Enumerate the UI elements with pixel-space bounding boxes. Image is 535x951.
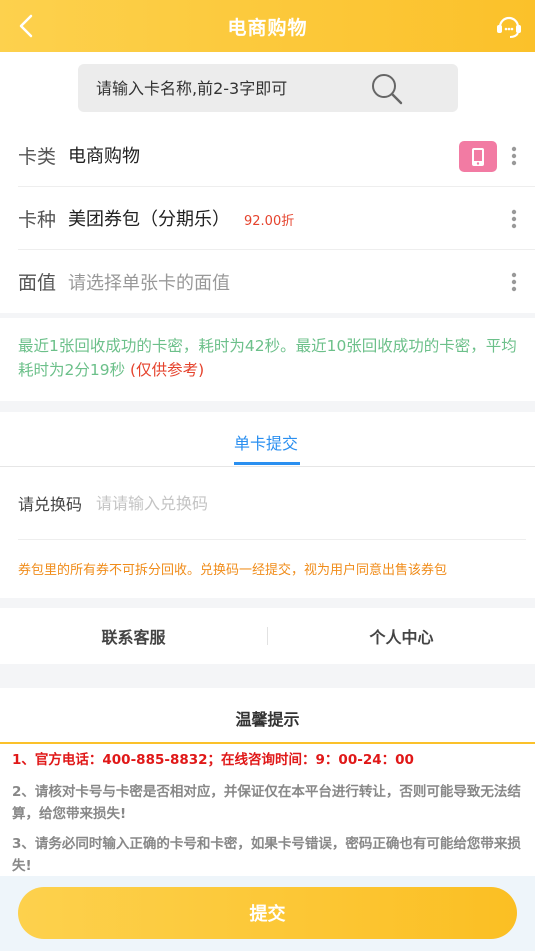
search-box[interactable] — [78, 64, 458, 112]
notice-text: 最近1张回收成功的卡密，耗时为42秒。最近10张回收成功的卡密，平均耗时为2分1… — [18, 337, 517, 379]
submit-bar: 提交 — [0, 876, 535, 951]
tip-item: 1、官方电话：400-885-8832；在线咨询时间：9：00-24：00 — [12, 752, 414, 768]
active-tab-indicator — [234, 462, 300, 465]
search-input[interactable] — [96, 78, 356, 98]
redeem-label: 请兑换码 — [18, 495, 83, 514]
tab-single-card[interactable]: 单卡提交 — [234, 430, 298, 454]
face-value-row[interactable]: 面值 请选择单张卡的面值 — [18, 250, 535, 313]
notice-reference: (仅供参考) — [125, 361, 205, 379]
contact-service-link[interactable]: 联系客服 — [0, 624, 267, 648]
redeem-code-input[interactable] — [96, 493, 476, 513]
search-icon[interactable] — [370, 72, 404, 106]
card-type-label: 卡类 — [18, 145, 57, 168]
back-arrow-icon[interactable] — [14, 12, 40, 40]
face-value-placeholder: 请选择单张卡的面值 — [68, 272, 230, 294]
customer-service-icon[interactable] — [495, 12, 523, 40]
tips-section: 温馨提示 1、官方电话：400-885-8832；在线咨询时间：9：00-24：… — [0, 688, 535, 878]
card-kind-row[interactable]: 卡种 美团券包（分期乐） 92.00折 — [18, 187, 535, 250]
face-value-label: 面值 — [18, 272, 57, 294]
recycle-speed-notice: 最近1张回收成功的卡密，耗时为42秒。最近10张回收成功的卡密，平均耗时为2分1… — [0, 318, 535, 401]
tips-divider — [0, 742, 535, 744]
tip-item: 2、请核对卡号与卡密是否相对应，并保证仅在本平台进行转让，否则可能导致无法结算，… — [12, 784, 521, 822]
more-icon[interactable] — [511, 272, 517, 292]
card-kind-label: 卡种 — [18, 208, 57, 231]
app-header: 电商购物 — [0, 0, 535, 52]
more-icon[interactable] — [511, 209, 517, 229]
redeem-row: 请兑换码 — [18, 467, 526, 540]
search-section — [0, 52, 535, 124]
card-type-value: 电商购物 — [68, 146, 140, 167]
card-form: 卡类 电商购物 卡种 美团券包（分期乐） 92.00折 面值 请选择单张卡的面值 — [0, 124, 535, 313]
submit-mode-tabs: 单卡提交 — [0, 412, 535, 467]
redeem-section: 请兑换码 券包里的所有券不可拆分回收。兑换码一经提交，视为用户同意出售该券包 — [0, 467, 535, 598]
profile-link[interactable]: 个人中心 — [268, 624, 535, 648]
submit-button[interactable]: 提交 — [18, 887, 517, 939]
discount-badge: 92.00折 — [244, 214, 295, 229]
page-title: 电商购物 — [227, 16, 308, 39]
more-icon[interactable] — [511, 146, 517, 166]
card-type-row[interactable]: 卡类 电商购物 — [18, 124, 535, 187]
redeem-warning: 券包里的所有券不可拆分回收。兑换码一经提交，视为用户同意出售该券包 — [18, 563, 448, 578]
phone-card-icon — [459, 141, 497, 172]
tip-item: 3、请务必同时输入正确的卡号和卡密，如果卡号错误，密码正确也有可能给您带来损失! — [12, 836, 521, 874]
tips-title: 温馨提示 — [235, 710, 300, 729]
card-kind-value: 美团券包（分期乐） — [68, 209, 230, 230]
quick-links: 联系客服 个人中心 — [0, 608, 535, 664]
